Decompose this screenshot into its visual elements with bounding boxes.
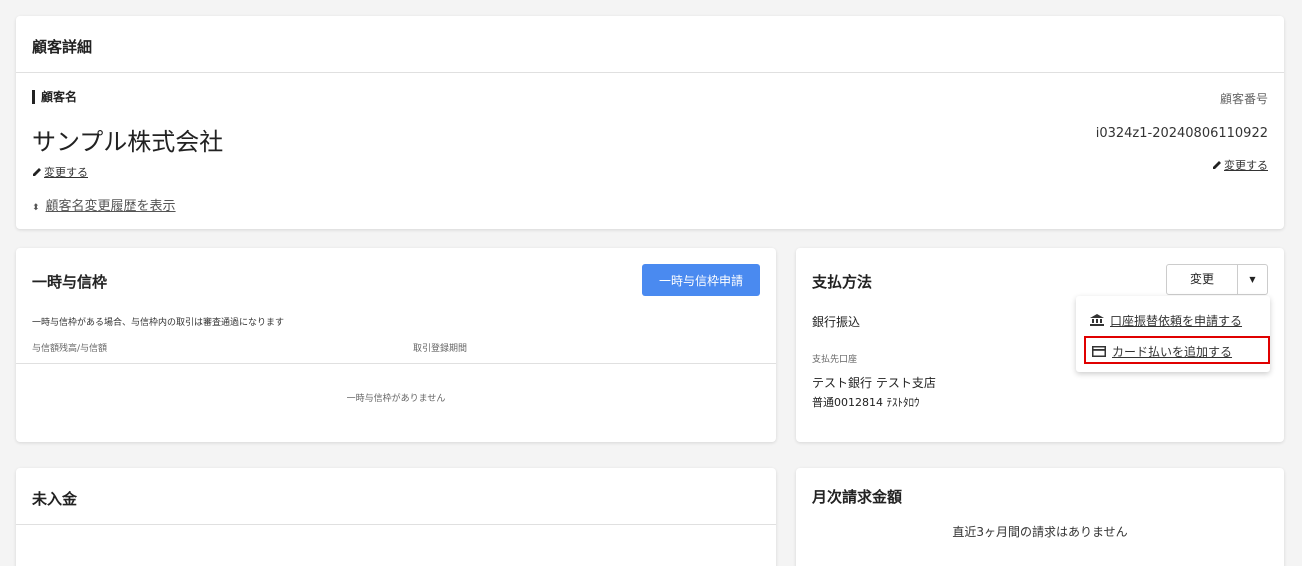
customer-detail-card: 顧客詳細 顧客名 サンプル株式会社 変更する ⬍ 顧客名変更履歴を表示 顧客番号 … (16, 16, 1284, 229)
payment-dropdown-menu: 口座振替依頼を申請する カード払いを追加する (1076, 296, 1270, 372)
monthly-billing-card: 月次請求金額 直近3ヶ月間の請求はありません (796, 468, 1284, 566)
temp-credit-title: 一時与信枠 (32, 273, 108, 291)
change-number-link[interactable]: 変更する (1212, 157, 1268, 173)
monthly-title: 月次請求金額 (812, 488, 903, 506)
menu-item-bank-transfer[interactable]: 口座振替依頼を申請する (1090, 312, 1242, 329)
payment-change-split-button: 変更 ▼ (1166, 264, 1268, 295)
name-history-link[interactable]: ⬍ 顧客名変更履歴を表示 (32, 195, 176, 214)
divider (16, 524, 776, 525)
divider (16, 72, 1284, 73)
temp-credit-empty: 一時与信枠がありません (346, 394, 446, 404)
payment-title: 支払方法 (812, 273, 873, 291)
customer-name-label: 顧客名 (32, 90, 77, 104)
unpaid-card: 未入金 (16, 468, 776, 566)
customer-detail-title: 顧客詳細 (32, 38, 93, 56)
payment-account-label: 支払先口座 (812, 355, 858, 365)
caret-down-icon[interactable]: ▼ (1238, 265, 1267, 294)
sort-icon: ⬍ (32, 203, 40, 213)
customer-number-label: 顧客番号 (1219, 92, 1268, 106)
payment-method-value: 銀行振込 (812, 315, 861, 329)
credit-card-icon (1092, 346, 1106, 357)
pencil-icon (33, 168, 41, 176)
menu-item-bank-transfer-label: 口座振替依頼を申請する (1110, 314, 1243, 328)
table-divider (16, 363, 776, 364)
customer-name: サンプル株式会社 (32, 128, 224, 156)
change-number-text: 変更する (1224, 159, 1268, 172)
payment-bank: テスト銀行 テスト支店 (812, 376, 936, 390)
temp-credit-note: 一時与信枠がある場合、与信枠内の取引は審査通過になります (32, 318, 285, 328)
customer-number: i0324z1-20240806110922 (1095, 126, 1268, 141)
menu-item-add-card-label: カード払いを追加する (1112, 345, 1233, 359)
customer-name-label-text: 顧客名 (41, 90, 78, 104)
payment-account: 普通0012814 ﾃｽﾄﾀﾛｳ (812, 396, 920, 409)
change-name-text: 変更する (44, 166, 88, 179)
temp-credit-apply-button[interactable]: 一時与信枠申請 (642, 264, 760, 296)
change-name-link[interactable]: 変更する (32, 164, 88, 180)
monthly-empty: 直近3ヶ月間の請求はありません (952, 525, 1128, 539)
temp-credit-card: 一時与信枠 一時与信枠申請 一時与信枠がある場合、与信枠内の取引は審査通過になり… (16, 248, 776, 442)
col-balance-header: 与信額残高/与信額 (32, 344, 108, 354)
menu-item-add-card[interactable]: カード払いを追加する (1084, 336, 1270, 364)
col-period-header: 取引登録期間 (413, 344, 468, 354)
name-history-text: 顧客名変更履歴を表示 (45, 199, 176, 214)
payment-change-button[interactable]: 変更 (1167, 265, 1237, 294)
bank-icon (1090, 314, 1104, 326)
unpaid-title: 未入金 (32, 490, 78, 508)
pencil-icon (1213, 161, 1221, 169)
